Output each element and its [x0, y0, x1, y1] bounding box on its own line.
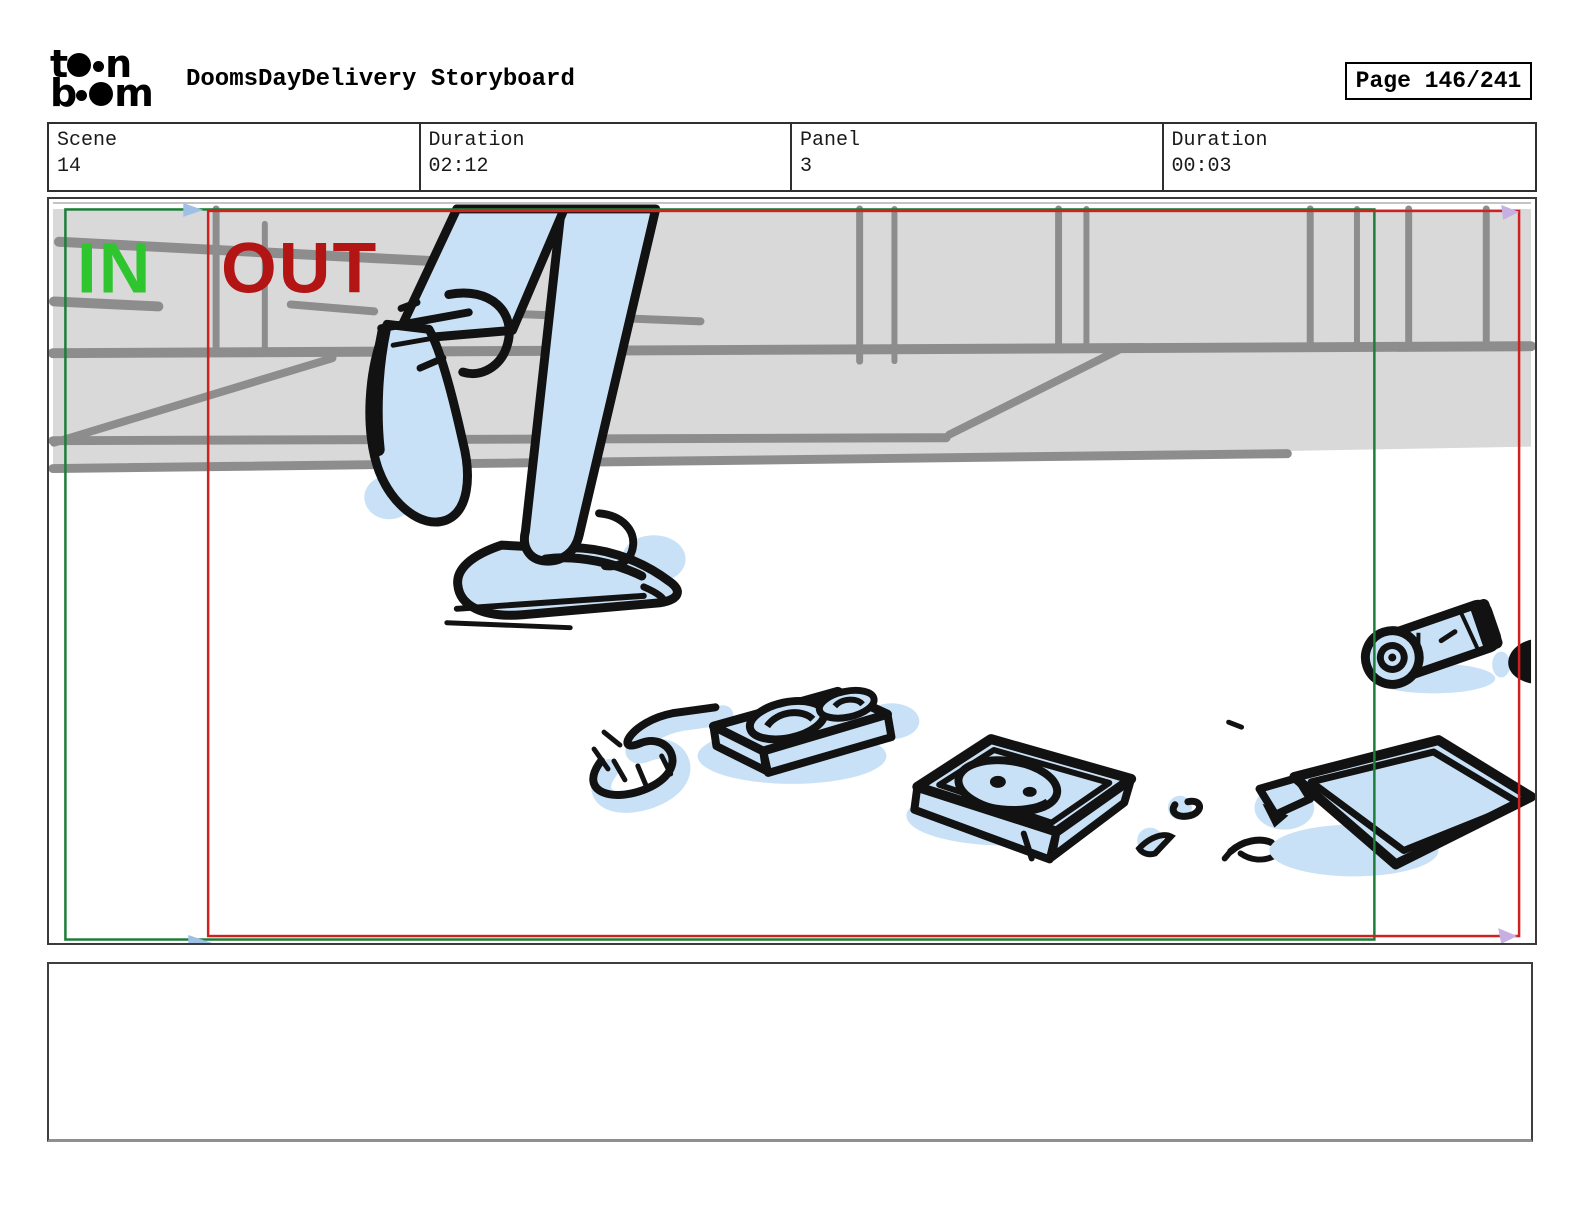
info-cell-scene: Scene 14 — [49, 124, 421, 190]
logo-dot-icon — [76, 90, 88, 101]
info-label: Duration — [1171, 129, 1268, 152]
info-value: 3 — [800, 155, 813, 178]
info-cell-panel: Panel 3 — [792, 124, 1164, 190]
panel-info-table: Scene 14 Duration 02:12 Panel 3 Duration… — [47, 122, 1537, 192]
scattered-props — [589, 599, 1535, 877]
logo-dot-icon — [93, 61, 105, 72]
logo-row-2: bm — [50, 71, 154, 115]
camera-move-arrow-bottom-right-icon — [1498, 928, 1518, 943]
camera-in-label: IN — [77, 228, 153, 308]
info-label: Duration — [428, 129, 525, 152]
info-cell-scene-duration: Duration 02:12 — [421, 124, 792, 190]
info-label: Panel — [800, 129, 861, 152]
debris-shards — [1135, 719, 1277, 863]
document-title: DoomsDayDelivery Storyboard — [186, 66, 575, 93]
info-cell-panel-duration: Duration 00:03 — [1164, 124, 1536, 190]
info-value: 14 — [57, 155, 82, 178]
info-value: 00:03 — [1171, 155, 1232, 178]
storyboard-page: tn bm DoomsDayDelivery Storyboard Page 1… — [0, 0, 1584, 1224]
page-number-badge: Page 146/241 — [1345, 62, 1532, 100]
camera-out-label: OUT — [221, 228, 378, 308]
info-value: 02:12 — [428, 155, 489, 178]
battery-roll — [1360, 599, 1503, 694]
box-lid-tray — [1254, 735, 1535, 877]
info-label: Scene — [57, 129, 118, 152]
storyboard-drawing: IN OUT — [49, 201, 1535, 943]
caption-box — [47, 962, 1533, 1142]
toonboom-logo: tn bm — [50, 45, 154, 115]
tape-dispenser-box — [697, 686, 920, 784]
storyboard-panel: IN OUT — [47, 197, 1537, 945]
open-box — [906, 734, 1137, 864]
logo-dot-icon — [89, 82, 114, 106]
